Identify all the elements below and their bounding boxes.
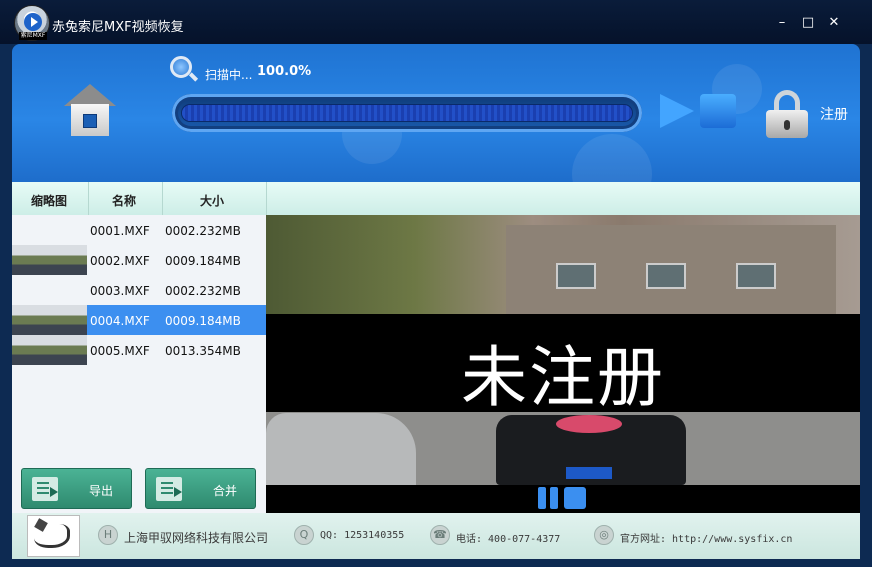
window-title: 赤兔索尼MXF视频恢复 <box>52 20 184 35</box>
minimize-button[interactable]: – <box>774 15 790 31</box>
file-row[interactable]: 0002.MXF 0009.184MB <box>12 245 266 275</box>
column-divider <box>162 182 163 215</box>
file-thumbnail <box>12 245 87 275</box>
file-name: 0002.MXF <box>90 254 150 268</box>
file-size: 0013.354MB <box>165 344 241 358</box>
file-thumbnail <box>12 275 87 305</box>
merge-button[interactable]: 合并 <box>145 468 256 509</box>
stop-scan-icon[interactable] <box>700 94 736 128</box>
app-logo-icon: 索尼MXF <box>14 5 50 41</box>
export-button[interactable]: 导出 <box>21 468 132 509</box>
maximize-button[interactable]: □ <box>800 15 816 31</box>
phone-number: 电话: 400-077-4377 <box>456 534 561 545</box>
file-row[interactable]: 0005.MXF 0013.354MB <box>12 335 266 365</box>
merge-label: 合并 <box>213 484 238 498</box>
file-size: 0002.232MB <box>165 224 241 238</box>
start-scan-icon[interactable] <box>660 94 694 128</box>
scan-progress-bar <box>172 94 642 132</box>
video-controls <box>266 485 860 513</box>
file-name: 0004.MXF <box>90 314 150 328</box>
scan-status-label: 扫描中... <box>205 68 253 82</box>
file-name: 0001.MXF <box>90 224 150 238</box>
file-size: 0009.184MB <box>165 314 241 328</box>
file-thumbnail <box>12 305 87 335</box>
company-logo <box>27 515 80 557</box>
company-name: 上海甲驭网络科技有限公司 <box>124 531 269 545</box>
globe-icon: ◎ <box>594 525 614 545</box>
license-plate <box>566 467 612 479</box>
qq-number: QQ: 1253140355 <box>320 530 405 541</box>
close-button[interactable]: ✕ <box>826 15 842 31</box>
website-link[interactable]: 官方网址: http://www.sysfix.cn <box>620 530 792 545</box>
file-size: 0009.184MB <box>165 254 241 268</box>
merge-icon <box>156 477 182 501</box>
register-link[interactable]: 注册 <box>820 104 848 124</box>
company-icon: H <box>98 525 118 545</box>
scan-progress-fill <box>182 105 632 121</box>
play-logo-icon <box>24 13 42 31</box>
file-thumbnail <box>12 215 87 245</box>
video-stop-icon[interactable] <box>564 487 586 509</box>
column-header-bar: 缩略图 名称 大小 <box>12 182 860 215</box>
file-list-panel: 0001.MXF 0002.232MB 0002.MXF 0009.184MB 0003… <box>12 215 266 513</box>
video-preview[interactable]: 未注册 <box>266 215 860 513</box>
file-row[interactable]: 0004.MXF 0009.184MB <box>12 305 266 335</box>
background-bubble <box>572 134 652 182</box>
header-panel: 扫描中... 100.0% 注册 <box>12 44 860 182</box>
title-bar: 索尼MXF 赤兔索尼MXF视频恢复 – □ ✕ <box>0 0 872 44</box>
file-row[interactable]: 0003.MXF 0002.232MB <box>12 275 266 305</box>
column-thumbnail[interactable]: 缩略图 <box>31 192 67 209</box>
home-icon[interactable] <box>64 84 116 136</box>
export-icon <box>32 477 58 501</box>
file-name: 0003.MXF <box>90 284 150 298</box>
file-thumbnail <box>12 335 87 365</box>
footer: H 上海甲驭网络科技有限公司 Q QQ: 1253140355 ☎ 电话: 40… <box>12 513 860 559</box>
lock-icon[interactable] <box>766 90 808 138</box>
parked-car <box>266 413 416 485</box>
unregistered-watermark: 未注册 <box>461 339 665 416</box>
pause-icon[interactable] <box>538 487 560 509</box>
column-divider <box>88 182 89 215</box>
phone-icon: ☎ <box>430 525 450 545</box>
search-icon <box>170 56 192 78</box>
column-size[interactable]: 大小 <box>200 192 224 209</box>
logo-tag: 索尼MXF <box>19 32 47 40</box>
column-name[interactable]: 名称 <box>112 192 136 209</box>
file-row[interactable]: 0001.MXF 0002.232MB <box>12 215 266 245</box>
column-divider <box>266 182 267 215</box>
file-size: 0002.232MB <box>165 284 241 298</box>
scan-percent: 100.0% <box>257 64 312 79</box>
qq-icon: Q <box>294 525 314 545</box>
export-label: 导出 <box>89 484 114 498</box>
file-name: 0005.MXF <box>90 344 150 358</box>
